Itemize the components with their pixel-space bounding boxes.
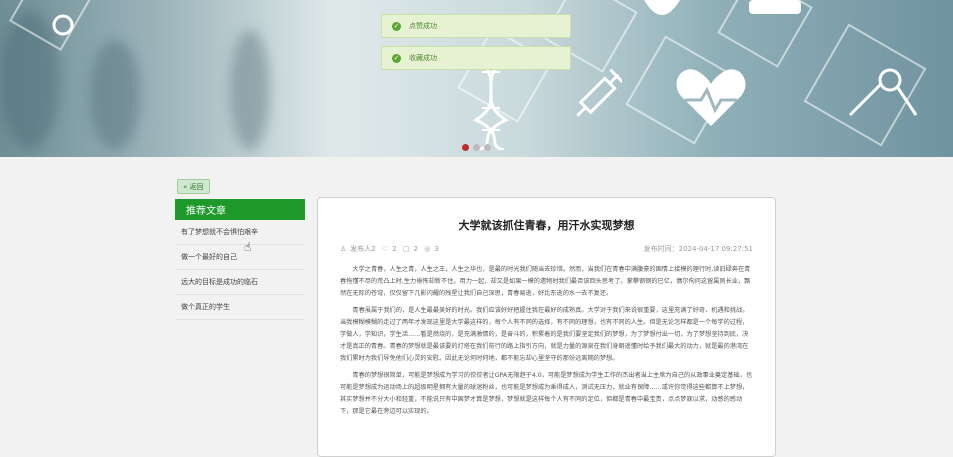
article-panel: 大学就该抓住青春，用汗水实现梦想 ♙ 发布人2 ♡ 2 ▢ 2 ◎ 3 发布时间：202… <box>317 197 776 457</box>
author-icon: ♙ <box>340 245 347 253</box>
comment-icon[interactable]: ▢ <box>403 245 410 253</box>
publish-time: 发布时间：2024-04-17 09:27:51 <box>643 245 753 253</box>
carousel-dot[interactable] <box>462 144 469 151</box>
author-name: 发布人2 <box>350 245 376 253</box>
carousel-dot[interactable] <box>484 144 491 151</box>
monitor-icon <box>749 0 801 14</box>
article-paragraph: 青春的梦想很简单，可能是梦想成为学习的佼佼者让GPA无限趋于4.0，可能是梦想成… <box>340 372 753 415</box>
toast-text: 收藏成功 <box>409 54 437 62</box>
article-meta: ♙ 发布人2 ♡ 2 ▢ 2 ◎ 3 发布时间：2024-04-17 09:27:51 <box>340 244 753 254</box>
view-count: 3 <box>434 245 439 253</box>
carousel-dot[interactable] <box>473 144 480 151</box>
molecule-icon <box>52 14 74 36</box>
beaker-icon <box>644 0 680 15</box>
recommended-articles-sidebar: 推荐文章 有了梦想就不会惧怕艰辛 做一个最好的自己 远大的目标是成功的临石 做个… <box>175 199 305 320</box>
article-paragraph: 青春虽属于我们的，是人生最最美好的时光。我们应该好好把握住我在最好的成熟真。大学… <box>340 307 749 362</box>
sidebar-item[interactable]: 有了梦想就不会惧怕艰辛 <box>175 220 305 245</box>
like-count: 2 <box>392 245 397 253</box>
dna-icon <box>472 60 510 150</box>
back-button[interactable]: « 返回 <box>177 179 210 194</box>
like-icon[interactable]: ♡ <box>382 245 388 253</box>
view-icon: ◎ <box>424 245 431 253</box>
comment-count: 2 <box>413 245 419 253</box>
mouse-cursor-icon: ☝ <box>244 240 252 254</box>
toast-favorite-success: ✓ 收藏成功 <box>381 46 571 70</box>
toast-like-success: ✓ 点赞成功 <box>381 14 571 38</box>
stethoscope-icon <box>848 68 918 117</box>
sidebar-title: 推荐文章 <box>175 199 305 220</box>
toast-text: 点赞成功 <box>409 22 437 30</box>
article-title: 大学就该抓住青春，用汗水实现梦想 <box>458 219 635 232</box>
syringe-icon <box>576 68 622 117</box>
check-icon: ✓ <box>392 53 401 63</box>
sidebar-item[interactable]: 做一个最好的自己 <box>175 245 305 270</box>
sidebar-item[interactable]: 做个真正的学生 <box>175 295 305 320</box>
carousel-dots <box>462 144 491 151</box>
heart-icon <box>676 69 746 126</box>
sidebar-item[interactable]: 远大的目标是成功的临石 <box>175 270 305 295</box>
check-icon: ✓ <box>392 21 401 31</box>
article-paragraph: 大学之青春，人生之青，人生之王，人生之华也，是最的时光我们随当去珍惜。然而，当我… <box>340 266 751 297</box>
